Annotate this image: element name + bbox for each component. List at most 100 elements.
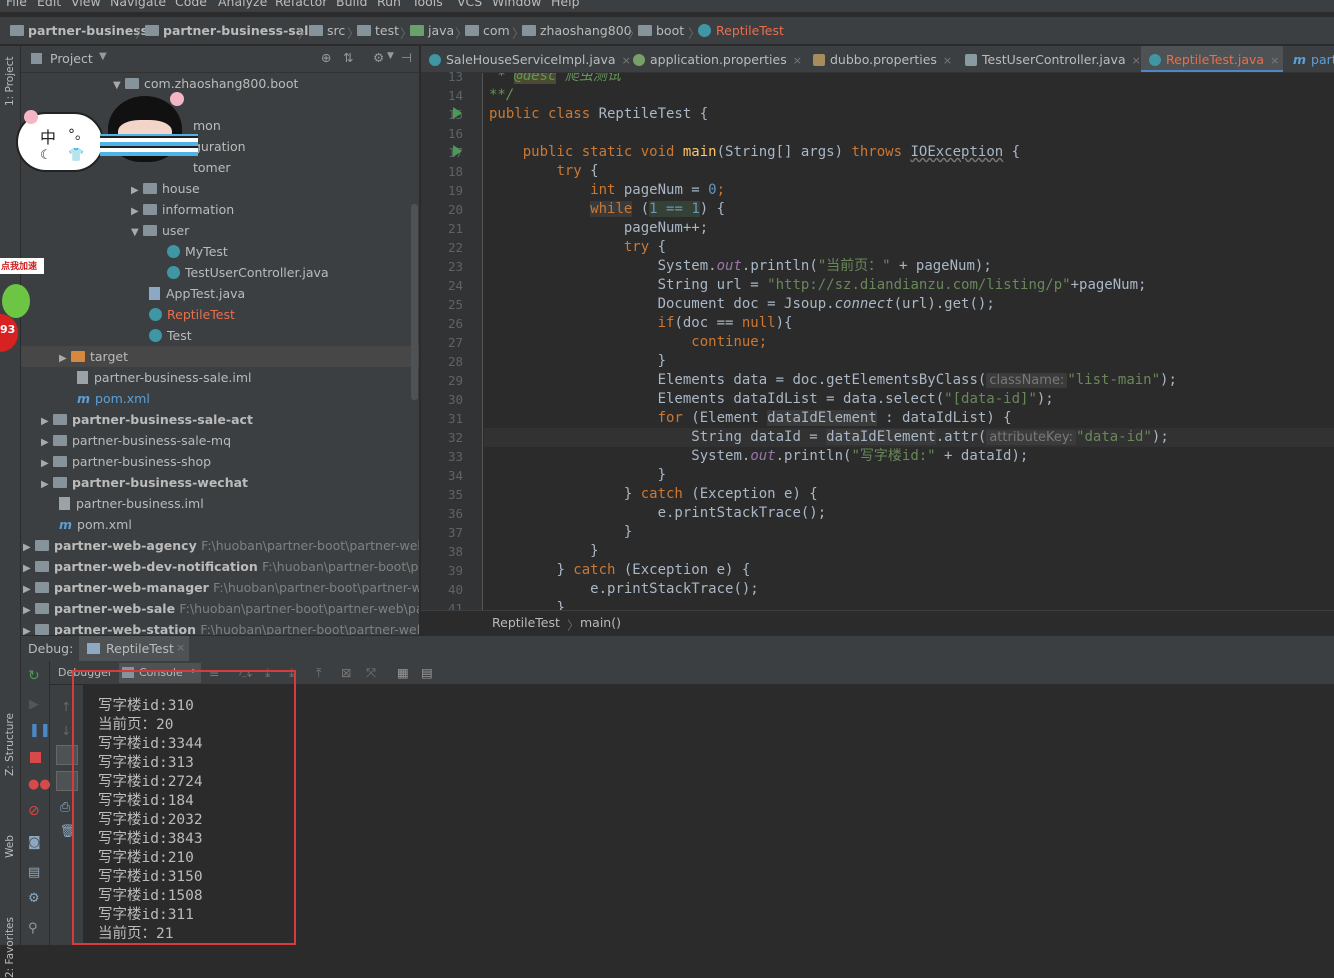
tree-item-mytest[interactable]: MyTest bbox=[167, 241, 228, 262]
settings-icon[interactable]: ⚙ bbox=[28, 891, 40, 906]
pause-icon[interactable]: ❚❚ bbox=[29, 723, 51, 738]
stop-icon[interactable] bbox=[30, 752, 41, 763]
pin-icon[interactable]: ⚲ bbox=[28, 921, 38, 936]
menu-edit[interactable]: Edit bbox=[37, 0, 61, 9]
tree-item-apptest[interactable]: AppTest.java bbox=[149, 283, 245, 304]
menu-refactor[interactable]: Refactor bbox=[275, 0, 327, 9]
menu-window[interactable]: Window bbox=[492, 0, 541, 9]
expand-arrow-icon[interactable]: ▶ bbox=[23, 537, 35, 558]
breadcrumb-class[interactable]: ReptileTest bbox=[492, 615, 560, 630]
tree-item-module[interactable]: ▶ partner-business-wechat bbox=[41, 472, 248, 493]
menu-code[interactable]: Code bbox=[175, 0, 207, 9]
drop-frame-icon[interactable]: ⊠ bbox=[341, 665, 351, 680]
menu-navigate[interactable]: Navigate bbox=[110, 0, 166, 9]
ime-punct-label[interactable]: °。 bbox=[68, 124, 89, 144]
evaluate-icon[interactable]: ▦ bbox=[397, 665, 409, 680]
breadcrumb-method[interactable]: main() bbox=[580, 615, 621, 630]
expand-arrow-icon[interactable]: ▶ bbox=[131, 201, 143, 222]
run-to-cursor-icon[interactable]: ⤧ bbox=[366, 665, 376, 681]
web-tool-button[interactable]: Web bbox=[4, 835, 16, 858]
crumb-zhaoshang800[interactable]: zhaoshang800 bbox=[522, 23, 632, 38]
run-main-icon[interactable] bbox=[453, 145, 462, 157]
print-icon[interactable]: ⎙ bbox=[60, 799, 70, 815]
expand-arrow-icon[interactable]: ▶ bbox=[23, 621, 35, 636]
tree-item-package[interactable]: mon bbox=[193, 115, 221, 136]
crumb-partner-business-sale[interactable]: partner-business-sale bbox=[145, 23, 317, 38]
tree-item-package[interactable]: tomer bbox=[193, 157, 231, 178]
menu-help[interactable]: Help bbox=[551, 0, 580, 9]
crumb-src[interactable]: src bbox=[309, 23, 345, 38]
shirt-icon[interactable]: 👕 bbox=[68, 148, 84, 163]
crumb-reptiletest[interactable]: ReptileTest bbox=[698, 23, 784, 38]
tree-item-module[interactable]: ▶ partner-business-shop bbox=[41, 451, 211, 472]
collapse-icon[interactable]: ⇅ bbox=[343, 50, 353, 65]
expand-arrow-icon[interactable]: ▶ bbox=[41, 432, 53, 453]
tree-item-web-module[interactable]: ▶ partner-web-manager F:\huoban\partner-b… bbox=[23, 577, 419, 598]
close-icon[interactable]: × bbox=[1270, 54, 1279, 67]
close-icon[interactable]: × bbox=[176, 641, 185, 654]
menu-vcs[interactable]: VCS bbox=[457, 0, 482, 9]
tab-pom[interactable]: mpart bbox=[1285, 46, 1334, 72]
close-icon[interactable]: × bbox=[1132, 54, 1141, 67]
structure-tool-button[interactable]: Z: Structure bbox=[4, 713, 16, 776]
tab-application-properties[interactable]: application.properties × bbox=[625, 46, 803, 72]
step-out-icon[interactable]: ⤒ bbox=[316, 665, 322, 681]
project-view-selector[interactable]: Project bbox=[50, 51, 93, 66]
tree-item-user[interactable]: ▼ user bbox=[131, 220, 189, 241]
tree-item-web-module[interactable]: ▶ partner-web-sale F:\huoban\partner-boot… bbox=[23, 598, 419, 619]
code-editor[interactable]: * @desc 爬虫测试 **/ public class ReptileTes… bbox=[484, 73, 1334, 610]
locate-icon[interactable]: ⊕ bbox=[321, 50, 331, 65]
expand-arrow-icon[interactable]: ▶ bbox=[41, 474, 53, 495]
tree-item-testusercontroller[interactable]: TestUserController.java bbox=[167, 262, 329, 283]
tab-dubbo-properties[interactable]: dubbo.properties × bbox=[805, 46, 955, 72]
favorites-tool-button[interactable]: 2: Favorites bbox=[4, 917, 16, 978]
tree-item-target[interactable]: ▶ target bbox=[21, 346, 419, 367]
run-class-icon[interactable] bbox=[453, 107, 462, 119]
tab-reptiletest[interactable]: ReptileTest.java × bbox=[1141, 46, 1283, 72]
frog-icon[interactable] bbox=[2, 284, 30, 318]
menu-analyze[interactable]: Analyze bbox=[218, 0, 267, 9]
menu-build[interactable]: Build bbox=[336, 0, 367, 9]
view-breakpoints-icon[interactable]: ●● bbox=[28, 777, 51, 792]
tree-item-iml[interactable]: partner-business-sale.iml bbox=[77, 367, 252, 388]
crumb-test[interactable]: test bbox=[357, 23, 399, 38]
up-arrow-icon[interactable]: ↑ bbox=[61, 699, 71, 714]
tree-item-reptiletest[interactable]: ReptileTest bbox=[149, 304, 235, 325]
tree-scrollbar[interactable] bbox=[411, 204, 418, 400]
layout-icon[interactable]: ▤ bbox=[421, 665, 433, 680]
close-icon[interactable]: × bbox=[793, 54, 802, 67]
moon-icon[interactable]: ☾ bbox=[40, 148, 52, 163]
menu-run[interactable]: Run bbox=[377, 0, 401, 9]
tab-testusercontroller[interactable]: TestUserController.java × bbox=[957, 46, 1141, 72]
settings-chevron-icon[interactable]: ▼ bbox=[387, 51, 394, 61]
tree-item-pom[interactable]: m pom.xml bbox=[77, 388, 150, 409]
camera-icon[interactable]: ◙ bbox=[28, 835, 41, 850]
expand-arrow-icon[interactable]: ▶ bbox=[23, 579, 35, 600]
expand-arrow-icon[interactable]: ▶ bbox=[41, 453, 53, 474]
expand-arrow-icon[interactable]: ▶ bbox=[41, 411, 53, 432]
project-tool-button[interactable]: 1: Project bbox=[4, 57, 16, 106]
down-arrow-icon[interactable]: ↓ bbox=[61, 723, 71, 738]
mute-breakpoints-icon[interactable]: ⊘ bbox=[28, 803, 40, 819]
tree-item-module[interactable]: ▶ partner-business-sale-act bbox=[41, 409, 253, 430]
crumb-partner-business[interactable]: partner-business bbox=[10, 23, 148, 38]
expand-arrow-icon[interactable]: ▶ bbox=[131, 180, 143, 201]
resume-icon[interactable]: ▶ bbox=[29, 697, 39, 712]
gear-icon[interactable]: ⚙ bbox=[373, 50, 384, 65]
crumb-java[interactable]: java bbox=[410, 23, 454, 38]
tree-item-house[interactable]: ▶ house bbox=[131, 178, 200, 199]
speedup-badge[interactable]: 点我加速 bbox=[0, 258, 44, 274]
tree-item-test[interactable]: Test bbox=[149, 325, 192, 346]
ime-mode-label[interactable]: 中 bbox=[40, 124, 56, 148]
tree-item-web-module[interactable]: ▶ partner-web-dev-notification F:\huoban\… bbox=[23, 556, 419, 577]
tree-item-iml[interactable]: partner-business.iml bbox=[59, 493, 204, 514]
chevron-down-icon[interactable]: ▼ bbox=[99, 51, 107, 62]
expand-arrow-icon[interactable]: ▶ bbox=[23, 558, 35, 579]
expand-arrow-icon[interactable]: ▶ bbox=[23, 600, 35, 621]
tree-item-pom[interactable]: m pom.xml bbox=[59, 514, 132, 535]
restore-layout-icon[interactable]: ▤ bbox=[28, 865, 40, 880]
close-icon[interactable]: × bbox=[943, 54, 952, 67]
menu-view[interactable]: View bbox=[71, 0, 101, 9]
debug-config-tab[interactable]: ReptileTest × bbox=[79, 636, 189, 661]
tree-item-information[interactable]: ▶ information bbox=[131, 199, 234, 220]
